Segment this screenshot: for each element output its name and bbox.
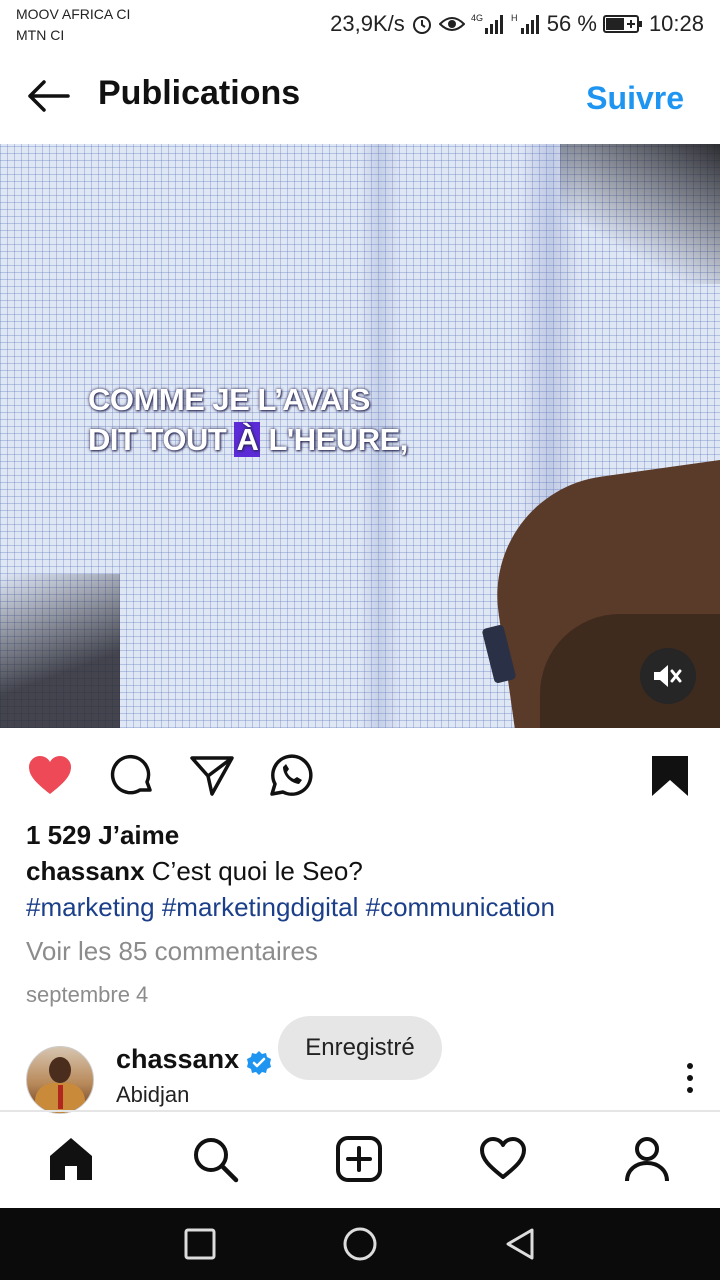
activity-heart-icon[interactable] <box>478 1134 528 1184</box>
subtitle-line-2: DIT TOUT À L'HEURE, <box>88 420 448 460</box>
home-circle-icon[interactable] <box>342 1226 378 1262</box>
clock: 10:28 <box>648 11 704 36</box>
home-icon[interactable] <box>46 1134 96 1184</box>
alarm-icon <box>411 13 433 35</box>
comment-icon[interactable] <box>108 752 156 800</box>
more-options-icon[interactable] <box>680 1060 700 1100</box>
avatar-face <box>49 1057 71 1083</box>
caption-username[interactable]: chassanx <box>26 856 145 886</box>
search-icon[interactable] <box>190 1134 240 1184</box>
network-speed: 23,9K/s <box>330 11 405 36</box>
follow-button[interactable]: Suivre <box>586 80 684 117</box>
bookmark-filled-icon[interactable] <box>646 752 694 800</box>
whatsapp-icon[interactable] <box>266 752 314 800</box>
video-subtitle: COMME JE L’AVAIS DIT TOUT À L'HEURE, <box>88 380 448 460</box>
nav-divider <box>0 1110 720 1112</box>
caption-text: C’est quoi le Seo? <box>151 856 363 886</box>
battery-icon <box>602 14 643 34</box>
subtitle-part: L'HEURE, <box>260 422 408 457</box>
share-icon[interactable] <box>188 752 236 800</box>
eye-icon <box>438 14 465 34</box>
profile-icon[interactable] <box>622 1134 672 1184</box>
subtitle-line-1: COMME JE L’AVAIS <box>88 382 370 417</box>
mute-button[interactable] <box>640 648 696 704</box>
carrier-primary: MOOV AFRICA CI <box>16 6 131 22</box>
svg-text:4G: 4G <box>471 13 483 23</box>
view-comments-link[interactable]: Voir les 85 commentaires <box>26 936 318 967</box>
heart-filled-icon[interactable] <box>26 752 74 800</box>
status-right-group: 23,9K/s 4G H 56 % 10:28 <box>330 10 704 38</box>
signal-4g-icon: 4G <box>471 12 505 36</box>
battery-level: 56 % <box>546 11 597 36</box>
background-shadow <box>560 144 720 284</box>
post-video[interactable]: COMME JE L’AVAIS DIT TOUT À L'HEURE, <box>0 144 720 728</box>
status-bar: MOOV AFRICA CI MTN CI 23,9K/s 4G H 56 % … <box>0 0 720 50</box>
signal-h-icon: H <box>511 12 541 36</box>
verified-badge-icon <box>246 1050 272 1076</box>
page-title: Publications <box>98 74 301 112</box>
hashtags[interactable]: #marketing #marketingdigital #communicat… <box>26 892 555 923</box>
subtitle-part: DIT TOUT <box>88 422 235 457</box>
saved-toast: Enregistré <box>278 1016 442 1080</box>
post-caption: chassanx C’est quoi le Seo? <box>26 856 363 887</box>
recent-apps-icon[interactable] <box>182 1226 218 1262</box>
subtitle-highlight: À <box>234 422 261 457</box>
create-post-icon[interactable] <box>334 1134 384 1184</box>
post-location[interactable]: Abidjan <box>116 1082 189 1108</box>
author-username[interactable]: chassanx <box>116 1044 239 1075</box>
like-count[interactable]: 1 529 J’aime <box>26 820 179 851</box>
svg-text:H: H <box>511 13 518 23</box>
carrier-secondary: MTN CI <box>16 27 65 43</box>
background-shadow <box>0 574 120 728</box>
back-arrow-icon[interactable] <box>24 78 72 114</box>
avatar-tie <box>58 1085 63 1109</box>
back-triangle-icon[interactable] <box>502 1226 538 1262</box>
post-date: septembre 4 <box>26 982 149 1007</box>
speaker-muted-icon <box>654 665 682 687</box>
avatar[interactable] <box>26 1046 94 1114</box>
